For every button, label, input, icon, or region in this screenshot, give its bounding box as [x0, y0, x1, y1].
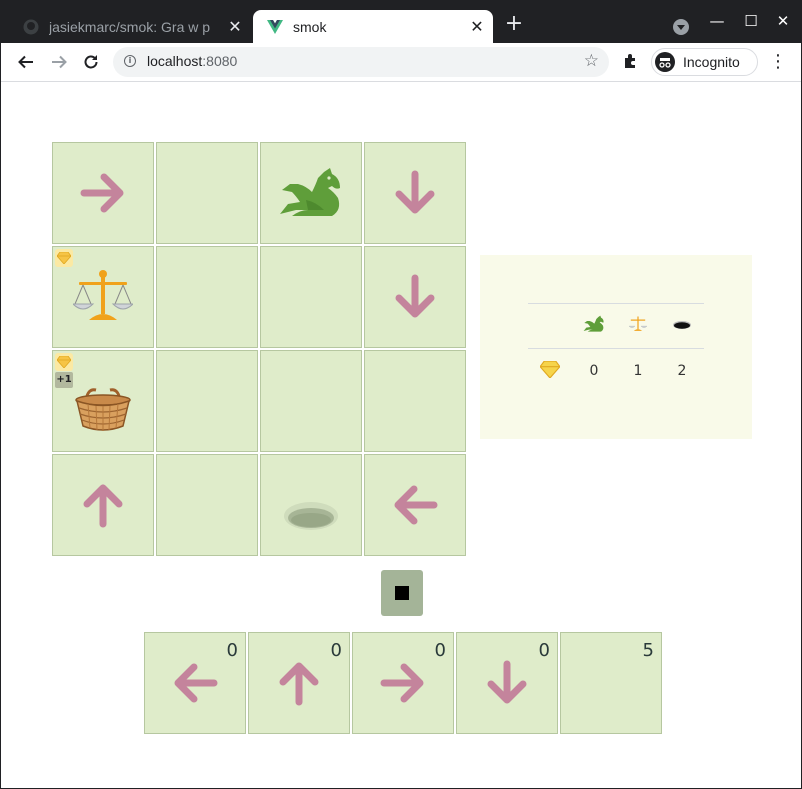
arrow-up-icon: [279, 662, 319, 706]
incognito-label: Incognito: [683, 54, 740, 70]
palette-tile-down[interactable]: 0: [456, 632, 558, 734]
tab-title: jasiekmarc/smok: Gra w p: [49, 18, 211, 35]
gem-icon: [55, 353, 73, 371]
arrow-right-icon: [380, 663, 424, 703]
arrow-right-icon: [80, 173, 124, 213]
new-tab-button[interactable]: +: [503, 13, 525, 35]
hole-icon: [284, 502, 338, 530]
minimize-button[interactable]: —: [707, 11, 727, 31]
arrow-up-icon: [83, 484, 123, 528]
board-cell[interactable]: [156, 454, 258, 556]
back-button[interactable]: [13, 49, 39, 75]
back-arrow-icon: [18, 55, 33, 69]
stats-header-row: [528, 303, 704, 349]
incognito-icon: [655, 52, 675, 72]
board-cell[interactable]: [260, 246, 362, 348]
tile-count: 0: [434, 640, 446, 661]
stats-gem-row: 0 1 2: [528, 349, 704, 394]
scales-icon: [628, 316, 648, 331]
forward-button[interactable]: [46, 49, 72, 75]
bonus-badge: +1: [55, 372, 73, 388]
palette-tile-left[interactable]: 0: [144, 632, 246, 734]
board-cell[interactable]: [364, 454, 466, 556]
dragon-icon: [280, 168, 340, 216]
tab-smok[interactable]: smok ✕: [253, 10, 493, 43]
stats-value-scales: 1: [633, 363, 643, 379]
reload-icon: [84, 55, 98, 69]
stop-icon: [395, 586, 409, 600]
board-cell[interactable]: [364, 246, 466, 348]
url-text: localhost:8080: [147, 53, 237, 69]
gem-icon: [55, 249, 73, 267]
arrow-down-icon: [395, 170, 435, 214]
basket-icon: [75, 388, 131, 431]
tile-count: 0: [330, 640, 342, 661]
stats-panel: 0 1 2: [480, 255, 752, 439]
board-cell[interactable]: +1: [52, 350, 154, 452]
forward-arrow-icon: [52, 55, 67, 69]
stats-col-scales: [616, 303, 660, 349]
extensions-icon[interactable]: [621, 52, 641, 72]
tab-close-icon[interactable]: ✕: [465, 17, 489, 37]
stats-col-hole: [660, 303, 704, 349]
board-cell[interactable]: [260, 350, 362, 452]
tile-count: 5: [642, 640, 654, 661]
board-cell[interactable]: [52, 142, 154, 244]
stats-value-dragon: 0: [589, 363, 599, 379]
stats-row-gem: [528, 349, 572, 394]
palette-tile-up[interactable]: 0: [248, 632, 350, 734]
stop-button[interactable]: [381, 570, 423, 616]
tab-github[interactable]: jasiekmarc/smok: Gra w p ✕: [9, 10, 251, 43]
gem-icon: [539, 359, 561, 379]
url-host: localhost: [147, 53, 203, 69]
arrow-left-icon: [174, 663, 218, 703]
board-cell[interactable]: [156, 246, 258, 348]
palette-tile-right[interactable]: 0: [352, 632, 454, 734]
arrow-down-icon: [395, 274, 435, 318]
url-port: :8080: [202, 53, 238, 69]
vue-icon: [267, 19, 283, 35]
board-cell[interactable]: [364, 350, 466, 452]
stats-corner: [528, 303, 572, 349]
board-cell[interactable]: [260, 142, 362, 244]
reload-button[interactable]: [78, 49, 104, 75]
github-icon: [23, 19, 39, 35]
tab-strip: jasiekmarc/smok: Gra w p ✕ smok ✕ + — ☐ …: [1, 1, 801, 43]
close-window-button[interactable]: ✕: [773, 11, 793, 31]
stats-col-dragon: [572, 303, 616, 349]
bookmark-star-icon[interactable]: ☆: [584, 51, 599, 71]
site-info-icon[interactable]: i: [124, 55, 136, 67]
board-cell[interactable]: [156, 350, 258, 452]
stats-value-hole: 2: [677, 363, 687, 379]
palette-tile-empty[interactable]: 5: [560, 632, 662, 734]
tile-count: 0: [226, 640, 238, 661]
board-cell[interactable]: [52, 454, 154, 556]
tab-close-icon[interactable]: ✕: [223, 17, 247, 37]
tab-search-icon[interactable]: [673, 19, 689, 35]
browser-window: jasiekmarc/smok: Gra w p ✕ smok ✕ + — ☐ …: [0, 0, 802, 789]
browser-toolbar: i localhost:8080 ☆ Incognito ⋮: [1, 43, 801, 82]
stats-table: 0 1 2: [528, 303, 704, 393]
board-cell[interactable]: [260, 454, 362, 556]
tile-count: 0: [538, 640, 550, 661]
board-cell[interactable]: [364, 142, 466, 244]
board-cell[interactable]: [156, 142, 258, 244]
address-bar[interactable]: i localhost:8080 ☆: [113, 47, 609, 77]
browser-menu-button[interactable]: ⋮: [769, 51, 787, 73]
arrow-left-icon: [394, 485, 438, 525]
maximize-button[interactable]: ☐: [741, 11, 761, 31]
hole-icon: [673, 321, 691, 329]
incognito-indicator[interactable]: Incognito: [651, 48, 758, 76]
tab-title: smok: [293, 18, 327, 35]
board-cell[interactable]: [52, 246, 154, 348]
arrow-down-icon: [487, 660, 527, 704]
dragon-icon: [583, 315, 604, 332]
scales-icon: [73, 270, 133, 320]
